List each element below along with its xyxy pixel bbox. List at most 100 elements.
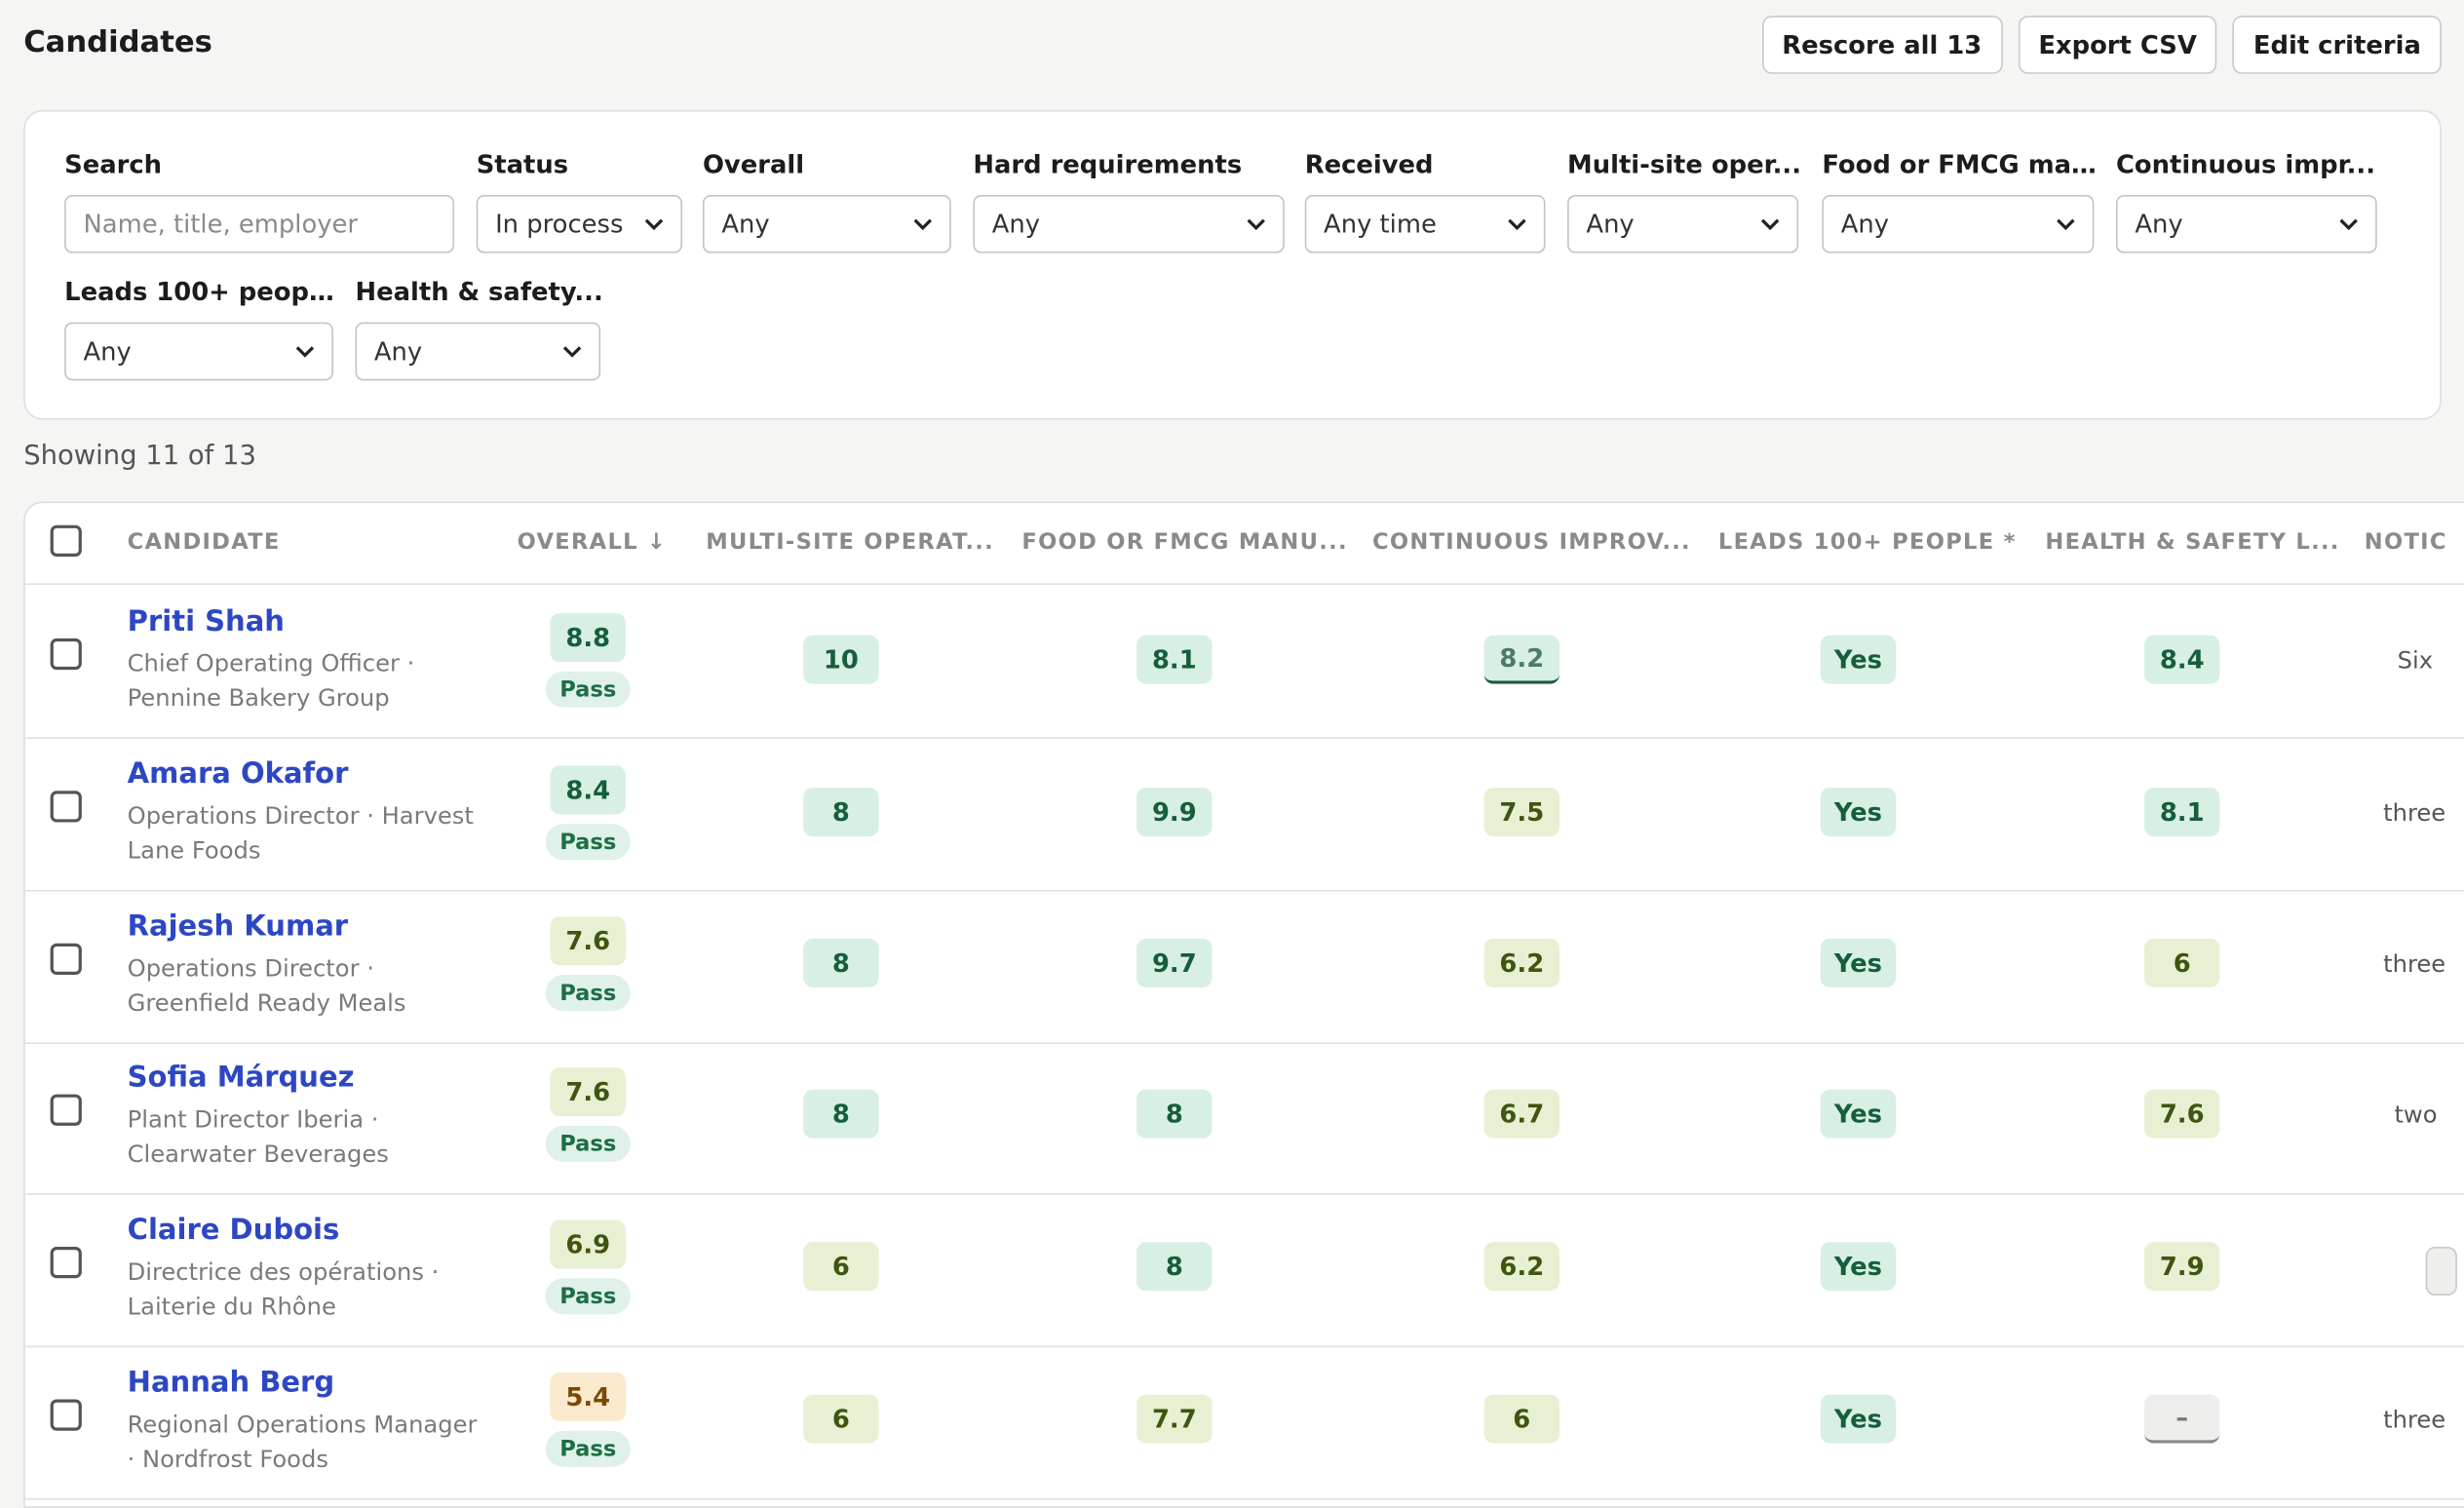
received-select-value: Any time [1324,209,1437,240]
column-multi-site[interactable]: MULTI-SITE OPERAT... [706,530,994,556]
multi-site-label: Multi-site oper... [1567,149,1802,179]
multi-site-score-badge: 8 [803,1089,879,1139]
overall-score-badge: 6.9 [550,1219,626,1269]
chevron-down-icon [1760,218,1780,231]
multi-site-select[interactable]: Any [1567,194,1799,253]
overall-score-badge: 8.4 [550,765,626,815]
row-checkbox[interactable] [50,791,82,823]
table-row[interactable]: Amara Okafor Operations Director · Harve… [24,739,2464,892]
continuous-improvement-score-badge[interactable]: 8.2 [1483,635,1559,684]
health-safety-select-value: Any [373,336,423,367]
status-select-value: In process [495,209,624,240]
multi-site-score-badge: 10 [803,635,879,684]
notice-period: Six [2397,645,2434,675]
overall-score-badge: 7.6 [550,916,626,966]
search-label: Search [64,149,163,179]
hard-requirements-filter: Hard requirements Any [973,148,1288,253]
food-fmcg-select[interactable]: Any [1822,194,2095,253]
row-checkbox[interactable] [50,1399,82,1431]
continuous-improvement-score-badge: 6.2 [1483,938,1559,987]
notice-period: three [2383,798,2446,828]
food-fmcg-select-value: Any [1840,209,1890,240]
row-checkbox[interactable] [50,1247,82,1279]
table-row[interactable]: Sofia Márquez Plant Director Iberia · Cl… [24,1042,2464,1195]
received-select[interactable]: Any time [1304,194,1546,253]
food-fmcg-filter: Food or FMCG ma... Any [1822,148,2098,253]
health-safety-score-badge: 6 [2143,938,2220,987]
edit-criteria-button[interactable]: Edit criteria [2232,16,2442,74]
candidate-name[interactable]: Rajesh Kumar [128,910,348,944]
health-safety-score-badge: 8.4 [2143,635,2220,684]
export-csv-button[interactable]: Export CSV [2018,16,2217,74]
leads-100-filter: Leads 100+ peop... Any [64,275,335,381]
notice-chip[interactable] [2425,1247,2457,1296]
column-leads-100[interactable]: LEADS 100+ PEOPLE * [1718,530,2017,556]
status-badge: Pass [545,1430,631,1467]
health-safety-score-badge[interactable]: – [2143,1394,2220,1444]
candidate-name[interactable]: Amara Okafor [128,757,349,791]
column-candidate[interactable]: CANDIDATE [128,530,281,556]
row-checkbox[interactable] [50,638,82,671]
table-row[interactable]: Hannah Berg Regional Operations Manager … [24,1347,2464,1500]
row-checkbox[interactable] [50,1094,82,1126]
header-actions: Rescore all 13 Export CSV Edit criteria [1761,16,2442,74]
received-filter: Received Any time [1304,148,1549,253]
notice-period: three [2383,1405,2446,1434]
health-safety-select[interactable]: Any [355,322,601,381]
leads-100-select[interactable]: Any [64,322,333,381]
filters-panel: Search Name, title, employer Status In p… [23,109,2442,420]
multi-site-score-badge: 8 [803,938,879,987]
continuous-improvement-filter: Continuous impr... Any [2115,148,2380,253]
rescore-all-button[interactable]: Rescore all 13 [1761,16,2003,74]
leads-100-badge: Yes [1820,1089,1897,1139]
food-fmcg-score-badge: 8 [1136,1089,1213,1139]
status-badge: Pass [545,671,631,708]
overall-filter: Overall Any [702,148,954,253]
continuous-improvement-score-badge: 7.5 [1483,788,1559,837]
candidate-title: Regional Operations Manager · Nordfrost … [127,1410,478,1474]
column-health-safety[interactable]: HEALTH & SAFETY L... [2045,530,2339,556]
column-food-fmcg[interactable]: FOOD OR FMCG MANU... [1021,530,1347,556]
hard-requirements-select[interactable]: Any [973,194,1285,253]
candidate-name[interactable]: Claire Dubois [128,1214,340,1247]
candidate-name[interactable]: Sofia Márquez [128,1062,355,1095]
overall-select-value: Any [721,209,770,240]
candidate-title: Directrice des opérations · Laiterie du … [127,1257,440,1321]
table-row[interactable]: Priti Shah Chief Operating Officer · Pen… [24,587,2464,740]
candidate-title: Operations Director · Greenfield Ready M… [127,954,406,1018]
food-fmcg-score-badge: 7.7 [1136,1394,1213,1444]
table-row[interactable]: Rajesh Kumar Operations Director · Green… [24,892,2464,1044]
select-all-checkbox[interactable] [50,524,82,557]
table-row[interactable]: Claire Dubois Directrice des opérations … [24,1195,2464,1348]
column-continuous-improvement[interactable]: CONTINUOUS IMPROV... [1372,530,1691,556]
continuous-improvement-score-badge: 6.2 [1483,1242,1559,1292]
leads-100-badge: Yes [1820,635,1897,684]
health-safety-score-badge: 8.1 [2143,788,2220,837]
health-safety-label: Health & safety... [355,276,603,307]
search-filter: Search Name, title, employer [64,148,457,253]
multi-site-score-badge: 8 [803,788,879,837]
leads-100-badge: Yes [1820,788,1897,837]
candidate-name[interactable]: Hannah Berg [128,1367,335,1400]
health-safety-filter: Health & safety... Any [355,275,604,381]
notice-period: three [2383,949,2446,979]
received-label: Received [1304,149,1434,179]
candidate-name[interactable]: Priti Shah [128,605,285,638]
multi-site-score-badge: 6 [803,1394,879,1444]
row-checkbox[interactable] [50,943,82,975]
status-select[interactable]: In process [476,194,682,253]
search-input[interactable]: Name, title, employer [64,194,455,253]
food-fmcg-score-badge: 8 [1136,1242,1213,1292]
health-safety-score-badge: 7.9 [2143,1242,2220,1292]
column-overall[interactable]: OVERALL ↓ [518,530,668,556]
continuous-improvement-select[interactable]: Any [2115,194,2377,253]
overall-score-badge: 8.8 [550,613,626,663]
continuous-improvement-label: Continuous impr... [2115,149,2376,179]
overall-select[interactable]: Any [702,194,951,253]
column-notice[interactable]: NOTIC [2365,530,2447,556]
chevron-down-icon [562,346,582,358]
food-fmcg-label: Food or FMCG ma... [1822,149,2098,179]
overall-score-badge: 7.6 [550,1067,626,1117]
table-header: CANDIDATE OVERALL ↓ MULTI-SITE OPERAT...… [24,503,2464,585]
candidates-table: CANDIDATE OVERALL ↓ MULTI-SITE OPERAT...… [23,501,2464,1508]
